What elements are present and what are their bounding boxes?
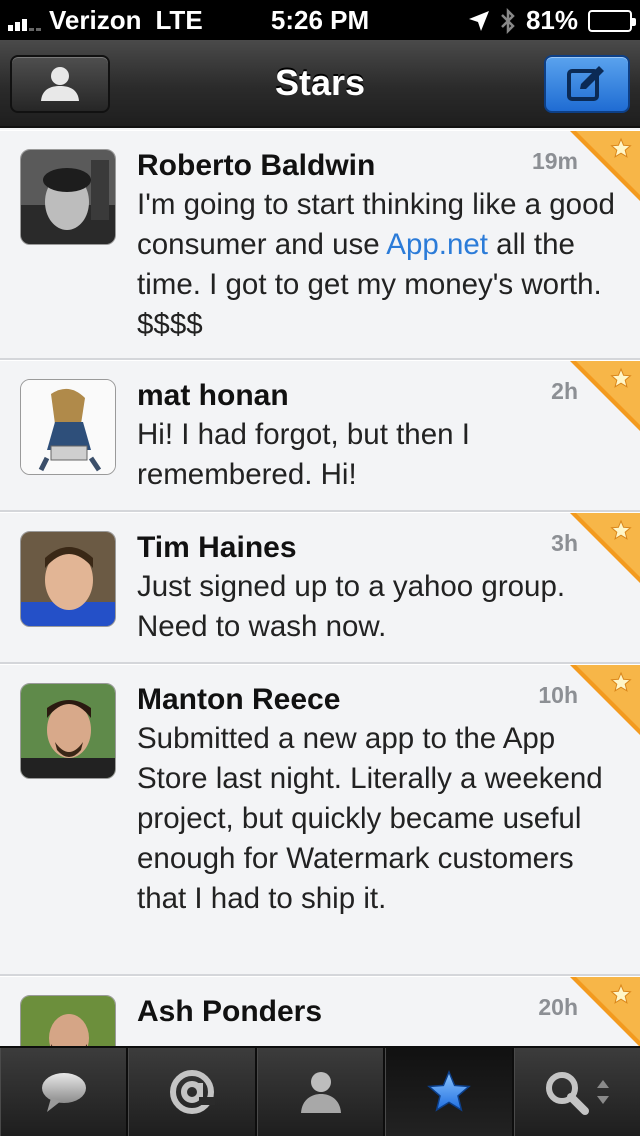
post-body: I'm going to start thinking like a good …	[137, 185, 617, 345]
compose-button[interactable]	[544, 55, 630, 113]
post-link[interactable]: App.net	[386, 228, 488, 261]
navigation-bar: Stars	[0, 40, 640, 128]
bluetooth-icon	[501, 7, 515, 34]
user-icon	[300, 1072, 341, 1113]
avatar[interactable]	[20, 995, 116, 1046]
post-author[interactable]: mat honan	[137, 379, 289, 413]
battery-percent: 81%	[525, 5, 578, 35]
status-bar: Verizon LTE 5:26 PM 81%	[0, 0, 640, 40]
post-item[interactable]: Tim Haines 3h Just signed up to a yahoo …	[0, 512, 640, 664]
star-icon	[427, 1070, 471, 1112]
avatar[interactable]	[20, 531, 116, 627]
tab-search[interactable]	[513, 1048, 640, 1136]
at-sign-icon	[170, 1070, 216, 1114]
post-author[interactable]: Roberto Baldwin	[137, 149, 375, 183]
post-body: Submitted a new app to the App Store las…	[137, 722, 603, 915]
star-ribbon-icon	[570, 131, 640, 201]
tab-stream[interactable]	[0, 1048, 129, 1136]
tab-mentions[interactable]	[128, 1048, 257, 1136]
status-right: 81%	[468, 5, 636, 36]
star-ribbon-icon	[570, 977, 640, 1046]
star-ribbon-icon	[570, 361, 640, 431]
avatar[interactable]	[20, 149, 116, 245]
tab-bar	[0, 1046, 640, 1136]
post-feed[interactable]: Roberto Baldwin 19m I'm going to start t…	[0, 130, 640, 1046]
star-ribbon-icon	[570, 665, 640, 735]
sort-chevrons-icon	[597, 1080, 610, 1104]
post-author[interactable]: Ash Ponders	[137, 995, 322, 1029]
speech-bubble-icon	[41, 1073, 86, 1112]
battery-icon	[588, 9, 636, 32]
post-body: Hi! I had forgot, but then I remembered.…	[137, 418, 470, 491]
tab-stars[interactable]	[385, 1048, 514, 1136]
compose-icon	[567, 66, 604, 101]
avatar[interactable]	[20, 379, 116, 475]
post-author[interactable]: Manton Reece	[137, 683, 340, 717]
location-arrow-icon	[468, 10, 489, 31]
post-author[interactable]: Tim Haines	[137, 531, 297, 565]
post-body: Just signed up to a yahoo group. Need to…	[137, 570, 566, 643]
tab-profile[interactable]	[256, 1048, 386, 1136]
post-item[interactable]: Ash Ponders 20h	[0, 976, 640, 1046]
avatar[interactable]	[20, 683, 116, 779]
search-icon	[546, 1072, 590, 1115]
post-item[interactable]: mat honan 2h Hi! I had forgot, but then …	[0, 360, 640, 512]
post-item[interactable]: Roberto Baldwin 19m I'm going to start t…	[0, 130, 640, 360]
star-ribbon-icon	[570, 513, 640, 583]
post-item[interactable]: Manton Reece 10h Submitted a new app to …	[0, 664, 640, 976]
